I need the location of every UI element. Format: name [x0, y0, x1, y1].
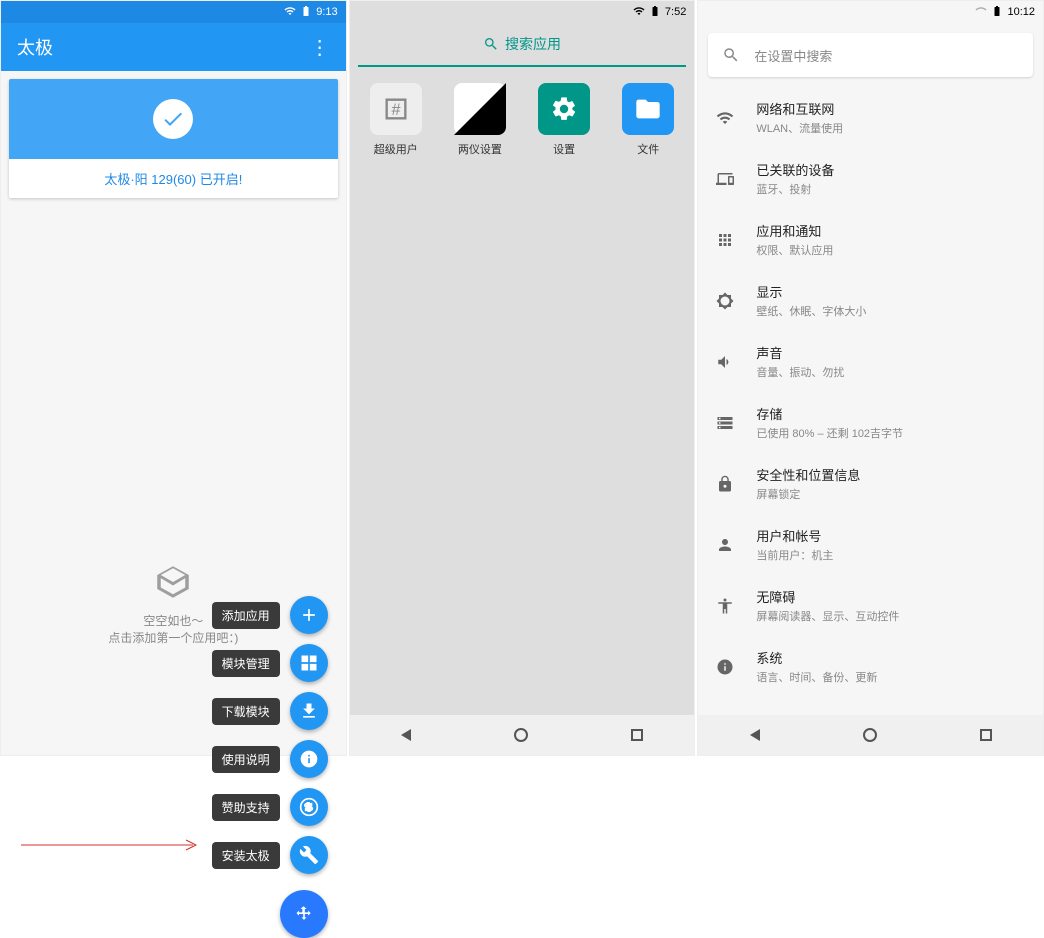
row-title: 网络和互联网 — [756, 99, 843, 118]
fab-main[interactable] — [280, 890, 328, 938]
row-sub: 蓝牙、投射 — [756, 181, 834, 197]
row-sub: 壁纸、休眠、字体大小 — [756, 303, 866, 319]
app-bar: 太极 ⋮ — [1, 23, 346, 71]
row-title: 系统 — [756, 648, 877, 667]
settings-row-info[interactable]: 系统语言、时间、备份、更新 — [698, 636, 1043, 697]
fab-label: 添加应用 — [212, 602, 280, 629]
row-title: 用户和帐号 — [756, 526, 833, 545]
settings-search-button[interactable]: 在设置中搜索 — [708, 33, 1033, 77]
nav-bar — [350, 715, 695, 755]
battery-icon — [300, 5, 312, 20]
search-icon — [483, 36, 499, 52]
wifi-icon — [284, 5, 296, 20]
search-icon — [722, 46, 740, 64]
person-icon — [716, 536, 734, 554]
fab-label: 使用说明 — [212, 746, 280, 773]
app-label: 文件 — [637, 141, 659, 157]
devices-icon — [716, 170, 734, 188]
settings-row-apps[interactable]: 应用和通知权限、默认应用 — [698, 209, 1043, 270]
status-time: 7:52 — [665, 6, 686, 18]
fab-donate[interactable] — [290, 788, 328, 826]
status-card: 太极·阳 129(60) 已开启! — [9, 79, 338, 198]
annotation-arrow — [21, 837, 201, 858]
accessibility-icon — [716, 597, 734, 615]
wifi-icon — [975, 5, 987, 20]
fab-info[interactable] — [290, 740, 328, 778]
app-label: 两仪设置 — [458, 141, 502, 157]
nav-home-button[interactable] — [863, 728, 877, 742]
row-title: 无障碍 — [756, 587, 899, 606]
nav-back-button[interactable] — [401, 729, 411, 741]
fab-label: 安装太极 — [212, 842, 280, 869]
svg-text:#: # — [391, 101, 400, 119]
fab-label: 下载模块 — [212, 698, 280, 725]
info-icon — [716, 658, 734, 676]
nav-back-button[interactable] — [750, 729, 760, 741]
status-bar: 9:13 — [1, 1, 346, 23]
row-title: 已关联的设备 — [756, 160, 834, 179]
brightness-icon — [716, 292, 734, 310]
row-sub: 屏幕阅读器、显示、互动控件 — [756, 608, 899, 624]
app-icon-superuser[interactable]: # 超级用户 — [358, 83, 434, 157]
nav-bar — [698, 715, 1043, 755]
settings-row-devices[interactable]: 已关联的设备蓝牙、投射 — [698, 148, 1043, 209]
row-sub: WLAN、流量使用 — [756, 120, 843, 136]
row-title: 安全性和位置信息 — [756, 465, 860, 484]
more-menu-button[interactable]: ⋮ — [310, 35, 330, 60]
settings-row-volume[interactable]: 声音音量、振动、勿扰 — [698, 331, 1043, 392]
row-sub: 音量、振动、勿扰 — [756, 364, 844, 380]
status-time: 9:13 — [316, 6, 337, 18]
settings-row-accessibility[interactable]: 无障碍屏幕阅读器、显示、互动控件 — [698, 575, 1043, 636]
apps-icon — [716, 231, 734, 249]
row-title: 应用和通知 — [756, 221, 833, 240]
fab-plus[interactable] — [290, 596, 328, 634]
settings-row-wifi[interactable]: 网络和互联网 WLAN、流量使用 — [698, 87, 1043, 148]
box-icon — [152, 561, 194, 603]
app-icon-files[interactable]: 文件 — [610, 83, 686, 157]
search-placeholder: 在设置中搜索 — [754, 46, 832, 65]
fab-tools[interactable] — [290, 836, 328, 874]
row-title: 声音 — [756, 343, 844, 362]
app-label: 设置 — [553, 141, 575, 157]
fab-grid[interactable] — [290, 644, 328, 682]
row-sub: 权限、默认应用 — [756, 242, 833, 258]
settings-row-storage[interactable]: 存储已使用 80% – 还剩 102吉字节 — [698, 392, 1043, 453]
row-sub: 屏幕锁定 — [756, 486, 860, 502]
nav-recent-button[interactable] — [980, 729, 992, 741]
fab-label: 赞助支持 — [212, 794, 280, 821]
row-sub: 语言、时间、备份、更新 — [756, 669, 877, 685]
nav-home-button[interactable] — [514, 728, 528, 742]
status-text: 太极·阳 129(60) 已开启! — [9, 159, 338, 198]
row-title: 显示 — [756, 282, 866, 301]
fab-download[interactable] — [290, 692, 328, 730]
row-sub: 当前用户：机主 — [756, 547, 833, 563]
storage-icon — [716, 414, 734, 432]
nav-recent-button[interactable] — [631, 729, 643, 741]
check-icon — [153, 99, 193, 139]
battery-icon — [991, 5, 1003, 20]
battery-icon — [649, 5, 661, 20]
fab-label: 模块管理 — [212, 650, 280, 677]
app-title: 太极 — [17, 34, 53, 60]
row-sub: 已使用 80% – 还剩 102吉字节 — [756, 425, 903, 441]
app-label: 超级用户 — [374, 141, 418, 157]
status-time: 10:12 — [1007, 6, 1035, 18]
search-label: 搜索应用 — [505, 34, 561, 54]
status-bar: 10:12 — [698, 1, 1043, 23]
row-title: 存储 — [756, 404, 903, 423]
settings-row-brightness[interactable]: 显示壁纸、休眠、字体大小 — [698, 270, 1043, 331]
wifi-icon — [633, 5, 645, 20]
lock-icon — [716, 475, 734, 493]
search-apps-button[interactable]: 搜索应用 — [358, 23, 687, 67]
volume-icon — [716, 353, 734, 371]
app-icon-settings[interactable]: 设置 — [526, 83, 602, 157]
app-icon-liangyi[interactable]: 两仪设置 — [442, 83, 518, 157]
wifi-icon — [716, 109, 734, 127]
settings-row-person[interactable]: 用户和帐号当前用户：机主 — [698, 514, 1043, 575]
settings-row-lock[interactable]: 安全性和位置信息屏幕锁定 — [698, 453, 1043, 514]
status-bar: 7:52 — [350, 1, 695, 23]
